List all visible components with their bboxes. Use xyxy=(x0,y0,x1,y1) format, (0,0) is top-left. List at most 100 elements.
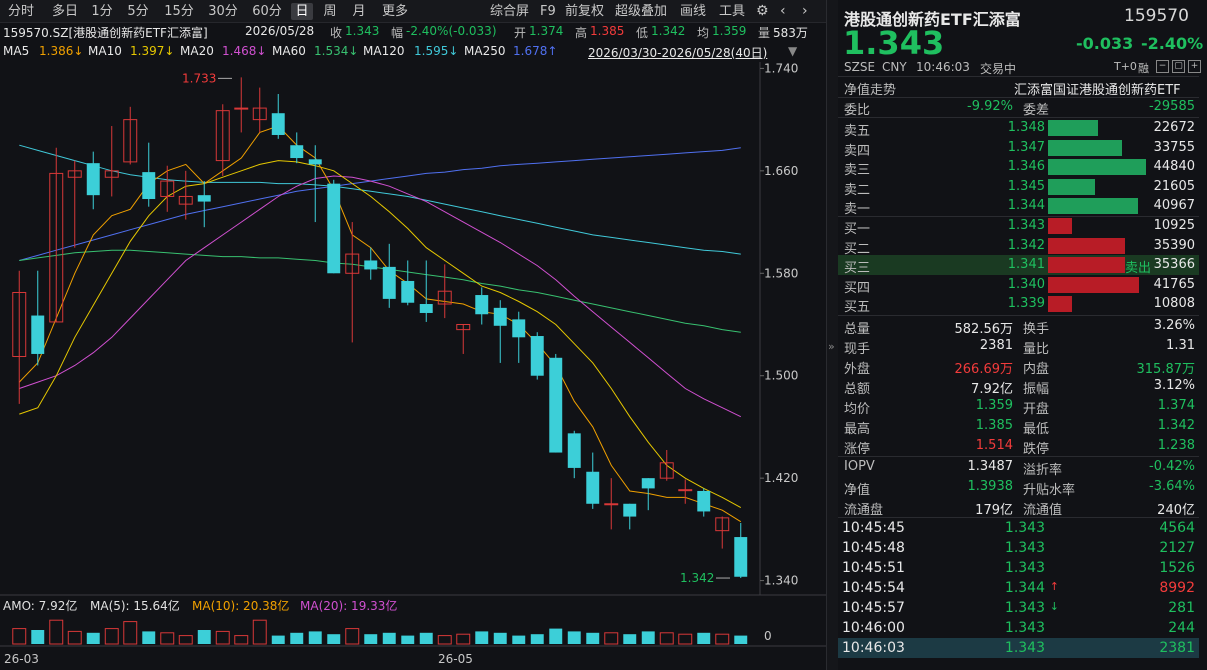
period-multiday[interactable]: 多日 xyxy=(48,3,82,20)
volume-bar-down xyxy=(290,632,304,644)
ma5-value: 1.386↓ xyxy=(39,44,84,58)
ask-row[interactable]: 卖二 1.345 21605 xyxy=(838,177,1199,198)
ma10-value: 1.397↓ xyxy=(130,44,175,58)
level-volume: 33755 xyxy=(1153,139,1195,155)
ask-row[interactable]: 卖三 1.346 44840 xyxy=(838,157,1199,178)
popout-icon[interactable]: ▢ xyxy=(1172,60,1185,73)
tick-price: 1.343 xyxy=(1004,560,1045,576)
candle-body-down xyxy=(364,260,378,270)
volume-depth-bar xyxy=(1048,276,1140,293)
kline-chart[interactable]: 1.740 1.660 1.580 1.500 1.420 1.340 1.733 1.342… xyxy=(0,62,826,670)
chevron-left-icon[interactable]: ‹ xyxy=(780,3,786,20)
avg-value: 1.359 xyxy=(712,24,747,38)
period-month[interactable]: 月 xyxy=(350,3,368,20)
nav-trend-link[interactable]: 净值走势 xyxy=(844,79,896,98)
low-annotation: 1.342 xyxy=(680,571,714,585)
stat-value: 2381 xyxy=(979,338,1013,353)
candle-body-up xyxy=(678,489,693,492)
volume-bar-down xyxy=(401,635,415,644)
level-volume: 22672 xyxy=(1153,120,1195,135)
stat-value: 1.514 xyxy=(975,438,1013,453)
stat-value: -3.64% xyxy=(1149,479,1195,494)
period-1min[interactable]: 1分 xyxy=(90,3,114,20)
level-volume: 35390 xyxy=(1153,237,1195,253)
stat-value: 179亿 xyxy=(975,503,1013,518)
period-15min[interactable]: 15分 xyxy=(162,3,196,20)
period-60min[interactable]: 60分 xyxy=(250,3,284,20)
candle-body-down xyxy=(327,183,341,274)
period-day[interactable]: 日 xyxy=(291,3,313,20)
bid-row[interactable]: 买二 1.342 35390 xyxy=(838,236,1199,257)
toolbar-tools[interactable]: 工具 xyxy=(719,3,745,20)
collapse-icon[interactable]: » xyxy=(828,340,835,353)
stat-value: 1.3487 xyxy=(967,459,1014,474)
volume-bar-down xyxy=(697,632,711,644)
ask-row[interactable]: 卖五 1.348 22672 xyxy=(838,118,1199,139)
last-price: 1.343 xyxy=(843,24,945,62)
tick-row[interactable]: 10:45:51 1.343 1526 xyxy=(838,558,1199,578)
period-more[interactable]: 更多 xyxy=(379,3,411,20)
stat-value: 7.92亿 xyxy=(971,382,1013,397)
bid-row[interactable]: 买一 1.343 10925 xyxy=(838,216,1199,237)
candle-body-down xyxy=(512,319,526,338)
dropdown-icon[interactable]: ▼ xyxy=(788,44,797,58)
period-week[interactable]: 周 xyxy=(321,3,339,20)
toolbar-draw[interactable]: 画线 xyxy=(680,3,706,20)
tick-row[interactable]: 10:45:45 1.343 4564 xyxy=(838,518,1199,538)
period-30min[interactable]: 30分 xyxy=(206,3,240,20)
chevron-right-icon[interactable]: › xyxy=(802,3,808,20)
ma20-value: 1.468↓ xyxy=(222,44,267,58)
toolbar-f9[interactable]: F9 xyxy=(540,3,556,20)
bid-row[interactable]: 买三 1.341 35366 卖出 xyxy=(838,255,1199,276)
gear-icon[interactable]: ⚙ xyxy=(756,3,769,20)
ask-row[interactable]: 卖四 1.347 33755 xyxy=(838,138,1199,159)
period-5min[interactable]: 5分 xyxy=(125,3,151,20)
stat-row: 流通盘 179亿 流通值 240亿 xyxy=(838,497,1199,518)
tick-time: 10:45:51 xyxy=(842,560,905,576)
level-label: 卖四 xyxy=(844,143,871,159)
tick-row[interactable]: 10:45:54 1.344 8992 ↑ xyxy=(838,578,1199,598)
candle-body-down xyxy=(197,195,211,202)
level-label: 卖三 xyxy=(844,163,871,178)
price-axis-label: 1.740 xyxy=(764,62,798,75)
plus-icon[interactable]: + xyxy=(1188,60,1201,73)
toolbar-composite[interactable]: 综合屏 xyxy=(490,3,529,20)
volume-bar-down xyxy=(549,628,563,644)
stat-label: 均价 xyxy=(844,402,871,417)
toolbar-adjust[interactable]: 前复权 xyxy=(565,3,604,20)
level-price: 1.344 xyxy=(1007,198,1045,213)
tick-row[interactable]: 10:46:00 1.343 244 xyxy=(838,618,1199,638)
ma5-label: MA5 xyxy=(3,44,30,58)
tick-row[interactable]: 10:45:57 1.343 281 ↓ xyxy=(838,598,1199,618)
bid-row[interactable]: 买五 1.339 10808 xyxy=(838,294,1199,315)
date-range[interactable]: 2026/03/30-2026/05/28(40日) xyxy=(588,44,767,61)
price-axis-label: 1.340 xyxy=(764,574,798,588)
minus-icon[interactable]: − xyxy=(1156,60,1169,73)
volume-depth-bar xyxy=(1048,237,1126,254)
stat-row: 涨停 1.514 跌停 1.238 xyxy=(838,436,1199,457)
toolbar-overlay[interactable]: 超级叠加 xyxy=(615,3,667,20)
change-value: -2.40%(-0.033) xyxy=(406,24,497,38)
candle-body-down xyxy=(586,471,600,504)
ask-row[interactable]: 卖一 1.344 40967 xyxy=(838,196,1199,217)
stat-value: 266.69万 xyxy=(954,362,1014,377)
level-price: 1.339 xyxy=(1007,296,1045,311)
level-label: 买一 xyxy=(844,222,871,237)
open-label: 开 xyxy=(514,26,527,40)
tick-row[interactable]: 10:45:48 1.343 2127 xyxy=(838,538,1199,558)
volume-bar-down xyxy=(530,634,544,644)
stat-label: 量比 xyxy=(1023,342,1050,357)
period-fenshi[interactable]: 分时 xyxy=(4,3,38,20)
stat-label: 最低 xyxy=(1023,422,1050,437)
stat-value: 3.26% xyxy=(1153,318,1195,333)
stat-label: 开盘 xyxy=(1023,402,1050,417)
bid-row[interactable]: 买四 1.340 41765 xyxy=(838,275,1199,296)
volume-bar-down xyxy=(641,631,655,644)
tick-row[interactable]: 10:46:03 1.343 2381 xyxy=(838,638,1199,658)
period-toolbar: 分时 多日 1分 5分 15分 30分 60分 日 周 月 更多 综合屏 F9 … xyxy=(0,0,827,23)
high-value: 1.385 xyxy=(590,24,625,38)
volume-bar-down xyxy=(197,630,211,644)
ma10-label: MA10 xyxy=(88,44,122,58)
arrow-down-icon: ↓ xyxy=(1049,600,1059,613)
stat-row: 总额 7.92亿 振幅 3.12% xyxy=(838,376,1199,397)
